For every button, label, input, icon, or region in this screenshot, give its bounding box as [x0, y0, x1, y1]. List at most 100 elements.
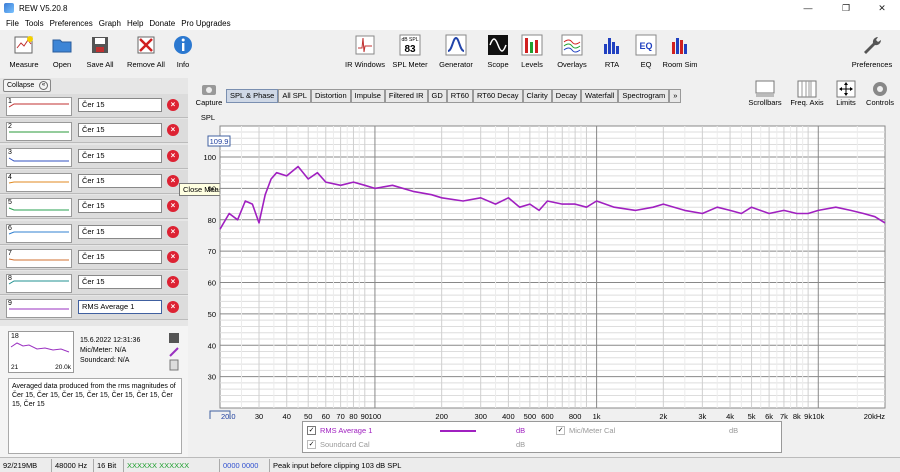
close-measurement-icon[interactable]: ×	[167, 276, 179, 289]
menu-pro-upgrades[interactable]: Pro Upgrades	[181, 19, 230, 28]
menu-donate[interactable]: Donate	[149, 19, 175, 28]
close-measurement-icon[interactable]: ×	[167, 200, 179, 213]
close-measurement-icon[interactable]: ×	[167, 225, 179, 238]
plot-area[interactable]	[219, 125, 886, 409]
tab-impulse[interactable]: Impulse	[350, 89, 385, 103]
measurement-notes[interactable]: Averaged data produced from the rms magn…	[8, 378, 182, 454]
room-sim-button[interactable]: Room Sim	[656, 34, 704, 74]
measurement-tab[interactable]: 1 Čer 15 ×	[0, 94, 188, 118]
thumbnail-curve-path	[8, 280, 69, 285]
menu-tools[interactable]: Tools	[25, 19, 44, 28]
measurement-name-field[interactable]: Čer 15	[78, 148, 162, 163]
measurement-thumbnail[interactable]: 5	[6, 198, 72, 218]
scope-icon	[488, 35, 508, 55]
notes-icon[interactable]	[169, 359, 179, 371]
menu-preferences[interactable]: Preferences	[50, 19, 93, 28]
measurement-name-field[interactable]: Čer 15	[78, 224, 162, 239]
memory-status[interactable]: 92/219MB	[0, 458, 52, 472]
legend-checkbox-soundcard[interactable]: ✓	[307, 440, 316, 449]
tab-spl-phase[interactable]: SPL & Phase	[226, 89, 279, 103]
capture-button[interactable]: Capture	[193, 82, 225, 112]
measurement-tab[interactable]: 6 Čer 15 ×	[0, 220, 188, 245]
measurement-thumbnail[interactable]: 1	[6, 97, 72, 116]
tab-spectrogram[interactable]: Spectrogram	[618, 89, 670, 103]
measurement-tab[interactable]: 3 Čer 15 ×	[0, 144, 188, 169]
measurement-name-field[interactable]: Čer 15	[78, 98, 162, 112]
tab-rt60-decay[interactable]: RT60 Decay	[472, 89, 523, 103]
measurement-tab[interactable]: 8 Čer 15 ×	[0, 271, 188, 296]
y-tick-label: 50	[208, 310, 216, 319]
measurement-name-field[interactable]: Čer 15	[78, 249, 162, 264]
measurement-thumbnail[interactable]: 8	[6, 274, 72, 294]
save-measurement-icon[interactable]	[169, 333, 179, 343]
measurement-thumbnail[interactable]: 2	[6, 122, 72, 142]
info-button[interactable]: Info	[159, 34, 207, 74]
measurement-thumbnail[interactable]: 7	[6, 248, 72, 268]
measurement-row[interactable]: 6 Čer 15 ×	[0, 220, 188, 245]
measurement-row[interactable]: 1 Čer 15 ×	[0, 94, 188, 118]
measurement-row[interactable]: 5 Čer 15 ×	[0, 195, 188, 220]
measurement-thumbnail[interactable]: 6	[6, 223, 72, 243]
legend-checkbox-average[interactable]: ✓	[307, 426, 316, 435]
close-measurement-icon[interactable]: ×	[167, 174, 179, 187]
measurement-name-field[interactable]: Čer 15	[78, 199, 162, 214]
measurement-row[interactable]: 2 Čer 15 ×	[0, 119, 188, 144]
tab-distortion[interactable]: Distortion	[310, 89, 351, 103]
x-tick-label: 2k	[659, 412, 667, 419]
measurement-tab[interactable]: 5 Čer 15 ×	[0, 195, 188, 220]
measurement-thumbnail[interactable]: 9	[6, 299, 72, 319]
y-tick-label: 30	[208, 373, 216, 382]
x-tick-label: 20kHz	[864, 412, 886, 419]
controls-button[interactable]: Controls	[863, 80, 897, 107]
close-measurement-icon[interactable]: ×	[167, 250, 179, 263]
measurement-tab[interactable]: 2 Čer 15 ×	[0, 119, 188, 144]
limits-button[interactable]: Limits	[832, 80, 860, 107]
tab-filtered-ir[interactable]: Filtered IR	[384, 89, 428, 103]
preferences-button[interactable]: Preferences	[846, 34, 898, 74]
spl-meter-button[interactable]: dB SPL 83 SPL Meter	[386, 34, 434, 74]
measurement-tab[interactable]: 4 Čer 15 ×	[0, 169, 188, 194]
menu-graph[interactable]: Graph	[99, 19, 121, 28]
tab-all-spl[interactable]: All SPL	[278, 89, 311, 103]
tab-decay[interactable]: Decay	[551, 89, 582, 103]
close-window-button[interactable]: ✕	[864, 0, 900, 16]
measurement-row[interactable]: 7 Čer 15 ×	[0, 245, 188, 270]
tab-clarity[interactable]: Clarity	[522, 89, 552, 103]
tab-rt60[interactable]: RT60	[446, 89, 473, 103]
ir-windows-button[interactable]: IR Windows	[340, 34, 390, 74]
measurement-name-field[interactable]: RMS Average 1	[78, 300, 162, 315]
menu-help[interactable]: Help	[127, 19, 143, 28]
line-color-icon[interactable]	[169, 347, 179, 357]
measurement-row[interactable]: 8 Čer 15 ×	[0, 271, 188, 296]
spl-graph-svg[interactable]: 100 90 80 70 60 50 40 30 20.0 30 40 50 60 70 80 90 100 2…	[191, 113, 897, 422]
measurement-name-field[interactable]: Čer 15	[78, 123, 162, 138]
measurement-name-field[interactable]: Čer 15	[78, 275, 162, 290]
spl-graph[interactable]: 100 90 80 70 60 50 40 30 20.0 30 40 50 60 70 80 90 100 2…	[191, 113, 897, 422]
tab-waterfall[interactable]: Waterfall	[581, 89, 619, 103]
measurement-row[interactable]: 3 Čer 15 ×	[0, 144, 188, 169]
measurement-tab[interactable]: 7 Čer 15 ×	[0, 245, 188, 270]
generator-button[interactable]: Generator	[432, 34, 480, 74]
legend-checkbox-mic-cal[interactable]: ✓	[556, 426, 565, 435]
minimize-button[interactable]: —	[790, 0, 826, 16]
measurement-row[interactable]: 9 RMS Average 1 ×	[0, 296, 188, 321]
measurement-row[interactable]: 4 Čer 15 ×	[0, 169, 188, 194]
close-measurement-icon[interactable]: ×	[167, 99, 179, 111]
tab-gd[interactable]: GD	[427, 89, 447, 103]
menu-file[interactable]: File	[6, 19, 19, 28]
save-all-button[interactable]: Save All	[76, 34, 124, 74]
close-measurement-icon[interactable]: ×	[167, 124, 179, 137]
measurement-thumbnail[interactable]: 4	[6, 172, 72, 192]
info-label: Info	[176, 60, 190, 69]
measurement-name-field[interactable]: Čer 15	[78, 173, 162, 188]
scrollbars-button[interactable]: Scrollbars	[745, 80, 785, 107]
close-measurement-icon[interactable]: ×	[167, 149, 179, 162]
freq-axis-button[interactable]: Freq. Axis	[787, 80, 827, 107]
collapse-button[interactable]: Collapse «	[3, 79, 51, 92]
tab-more[interactable]: »	[669, 89, 682, 103]
measurements-panel: Collapse « 1 Čer 15 × 2 Čer 15 × 3 Čer 15 × 4 Čer …	[0, 78, 188, 457]
maximize-button[interactable]: ❐	[828, 0, 864, 16]
close-measurement-icon[interactable]: ×	[167, 301, 179, 314]
measurement-tab[interactable]: 9 RMS Average 1 ×	[0, 296, 188, 321]
measurement-thumbnail[interactable]: 3	[6, 147, 72, 167]
